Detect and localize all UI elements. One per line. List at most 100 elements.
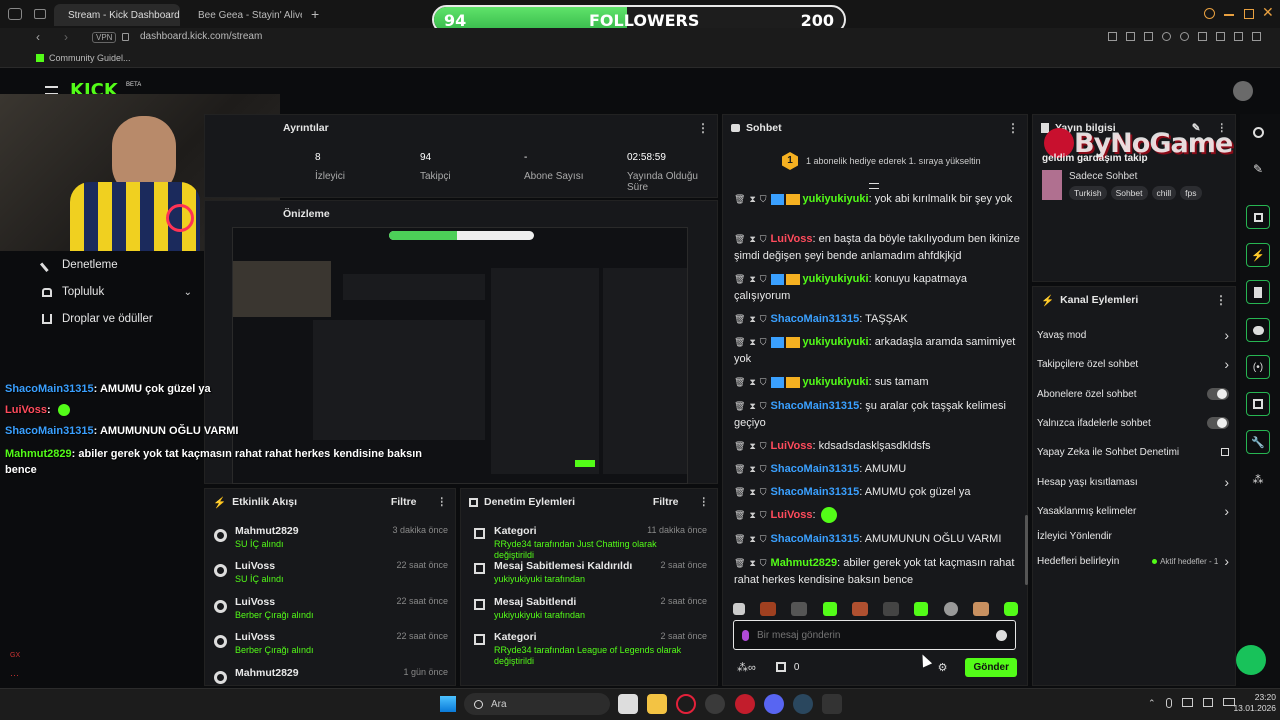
delete-icon[interactable]: 🗑 <box>734 401 745 411</box>
chat-message[interactable]: 🗑 ⧗ ⛉ ShacoMain31315: TAŞŞAK <box>734 311 1020 328</box>
share-icon[interactable]: ⁂ <box>1246 467 1270 491</box>
info-circle-icon[interactable] <box>1246 120 1270 144</box>
epic-icon[interactable] <box>822 694 842 714</box>
category-name[interactable]: Sadece Sohbet <box>1069 171 1137 182</box>
emote-icon[interactable] <box>914 602 929 616</box>
chat-message[interactable]: 🗑 ⧗ ⛉ ShacoMain31315: şu aralar çok taşşak … <box>734 398 1020 432</box>
emote-icon[interactable] <box>851 602 868 616</box>
chat-message[interactable]: 🗑 ⧗ ⛉ ShacoMain31315: AMUMUNUN OĞLU VARMI <box>734 531 1020 548</box>
timeout-icon[interactable]: ⧗ <box>749 194 755 204</box>
emote-icon[interactable] <box>822 602 837 616</box>
stats-menu-icon[interactable]: ⋮ <box>697 121 709 135</box>
delete-icon[interactable]: 🗑 <box>734 487 745 497</box>
chat-message[interactable]: 🗑 ⧗ ⛉ yukiyukiyuki: yok abi kırılmalık bir … <box>734 191 1020 208</box>
bookmark-community[interactable]: Community Guidel... <box>36 53 131 63</box>
channel-action-item[interactable]: Yasaklanmış kelimeler › <box>1037 503 1229 519</box>
delete-icon[interactable]: 🗑 <box>734 510 745 520</box>
app-red-icon[interactable] <box>735 694 755 714</box>
mic-icon[interactable] <box>742 629 749 641</box>
emoji-icon[interactable] <box>996 629 1007 641</box>
timeout-icon[interactable]: ⧗ <box>749 534 755 544</box>
delete-icon[interactable]: 🗑 <box>734 274 745 284</box>
channel-action-item[interactable]: İzleyici Yönlendir <box>1037 528 1229 544</box>
wrench-icon[interactable]: 🔧 <box>1246 430 1270 454</box>
url-field[interactable]: dashboard.kick.com/stream <box>140 31 262 42</box>
chat-menu-icon[interactable]: ⋮ <box>1007 121 1019 135</box>
chat-input[interactable] <box>757 629 988 641</box>
delete-icon[interactable]: 🗑 <box>734 441 745 451</box>
settings-gear-icon[interactable]: ⚙ <box>938 661 948 674</box>
delete-icon[interactable]: 🗑 <box>734 194 745 204</box>
delete-icon[interactable]: 🗑 <box>734 234 745 244</box>
chat-message[interactable]: 🗑 ⧗ ⛉ yukiyukiyuki: konuyu kapatmaya çalışı… <box>734 271 1020 305</box>
timeout-icon[interactable]: ⧗ <box>749 337 755 347</box>
chat-message[interactable]: 🗑 ⧗ ⛉ LuiVoss: en başta da böyle takılıyodu… <box>734 231 1020 265</box>
discord-icon[interactable] <box>764 694 784 714</box>
delete-icon[interactable]: 🗑 <box>734 314 745 324</box>
document-icon[interactable] <box>1246 280 1270 304</box>
chat-username[interactable]: yukiyukiyuki <box>803 376 869 388</box>
channel-action-item[interactable]: Abonelere özel sohbet <box>1037 386 1229 402</box>
emote-icon[interactable] <box>733 603 745 615</box>
chat-username[interactable]: LuiVoss <box>771 509 813 521</box>
timeout-icon[interactable]: ⧗ <box>749 401 755 411</box>
timeout-icon[interactable]: ⧗ <box>749 510 755 520</box>
nav-community[interactable]: Topluluk ⌄ <box>42 286 192 298</box>
forward-icon[interactable]: › <box>64 30 68 44</box>
back-icon[interactable]: ‹ <box>36 30 40 44</box>
moderation-filter-button[interactable]: Filtre <box>653 496 679 508</box>
timeout-icon[interactable]: ⧗ <box>749 234 755 244</box>
moderation-menu-icon[interactable]: ⋮ <box>699 496 710 508</box>
chat-message[interactable]: 🗑 ⧗ ⛉ LuiVoss: <box>734 507 1020 524</box>
chat-message[interactable]: 🗑 ⧗ ⛉ LuiVoss: kdsadsdasklşasdkldsfs <box>734 438 1020 455</box>
lightning-side-icon[interactable]: ⚡ <box>1246 243 1270 267</box>
send-button[interactable]: Gönder <box>965 657 1017 677</box>
delete-icon[interactable]: 🗑 <box>734 534 745 544</box>
chevron-up-icon[interactable]: ⌃ <box>1148 698 1156 709</box>
chat-side-icon[interactable] <box>1246 318 1270 342</box>
chat-input-box[interactable] <box>733 620 1016 650</box>
support-headset-icon[interactable] <box>1236 645 1266 675</box>
timeout-icon[interactable]: ⧗ <box>749 487 755 497</box>
tag[interactable]: Sohbet <box>1110 186 1148 200</box>
start-icon[interactable] <box>440 696 456 712</box>
chat-username[interactable]: ShacoMain31315 <box>771 533 860 545</box>
channel-action-item[interactable]: Yapay Zeka ile Sohbet Denetimi <box>1037 444 1229 460</box>
emote-icon[interactable] <box>972 602 989 616</box>
screenshot-icon[interactable] <box>1126 32 1135 41</box>
activity-filter-button[interactable]: Filtre <box>391 496 417 508</box>
toggle-switch[interactable] <box>1207 417 1229 429</box>
delete-icon[interactable]: 🗑 <box>734 464 745 474</box>
pin-icon[interactable] <box>1108 32 1117 41</box>
timeout-icon[interactable]: ⧗ <box>749 464 755 474</box>
search-tabs-icon[interactable] <box>1204 8 1215 19</box>
network-icon[interactable] <box>1181 698 1193 707</box>
download-icon[interactable] <box>1234 32 1243 41</box>
maximize-icon[interactable] <box>1244 9 1254 19</box>
pencil-icon[interactable]: ✎ <box>1246 157 1270 181</box>
chat-username[interactable]: yukiyukiyuki <box>803 336 869 348</box>
chat-scrollbar[interactable] <box>1025 515 1028 585</box>
chat-username[interactable]: yukiyukiyuki <box>803 193 869 205</box>
browser-menu-icon[interactable] <box>8 8 22 20</box>
chat-username[interactable]: LuiVoss <box>771 440 813 452</box>
moderation-item[interactable]: Kategori RRyde34 tarafından Just Chatting… <box>472 525 707 561</box>
extensions-icon[interactable] <box>1198 32 1207 41</box>
taskbar-search[interactable]: Ara <box>464 693 610 715</box>
broadcast-icon[interactable]: (•) <box>1246 355 1270 379</box>
emote-icon[interactable] <box>1003 602 1018 616</box>
channel-action-item[interactable]: Yalnızca ifadelerle sohbet <box>1037 415 1229 431</box>
channel-action-item[interactable]: Hesap yaşı kısıtlaması › <box>1037 474 1229 490</box>
more-dots-icon[interactable]: ··· <box>10 670 19 680</box>
tab-kick-dashboard[interactable]: Stream - Kick Dashboard <box>54 4 180 26</box>
focus-icon[interactable] <box>1246 205 1270 229</box>
timeout-icon[interactable]: ⧗ <box>749 377 755 387</box>
chat-username[interactable]: ShacoMain31315 <box>771 486 860 498</box>
activity-menu-icon[interactable]: ⋮ <box>437 496 448 508</box>
opera-icon[interactable] <box>676 694 696 714</box>
emote-icon[interactable] <box>943 602 958 616</box>
activity-item[interactable]: LuiVoss Berber Çırağı alındı 22 saat önce <box>214 631 448 655</box>
emote-icon[interactable] <box>760 602 777 616</box>
tag[interactable]: Turkish <box>1069 186 1107 200</box>
tab-switch-icon[interactable] <box>34 9 46 19</box>
